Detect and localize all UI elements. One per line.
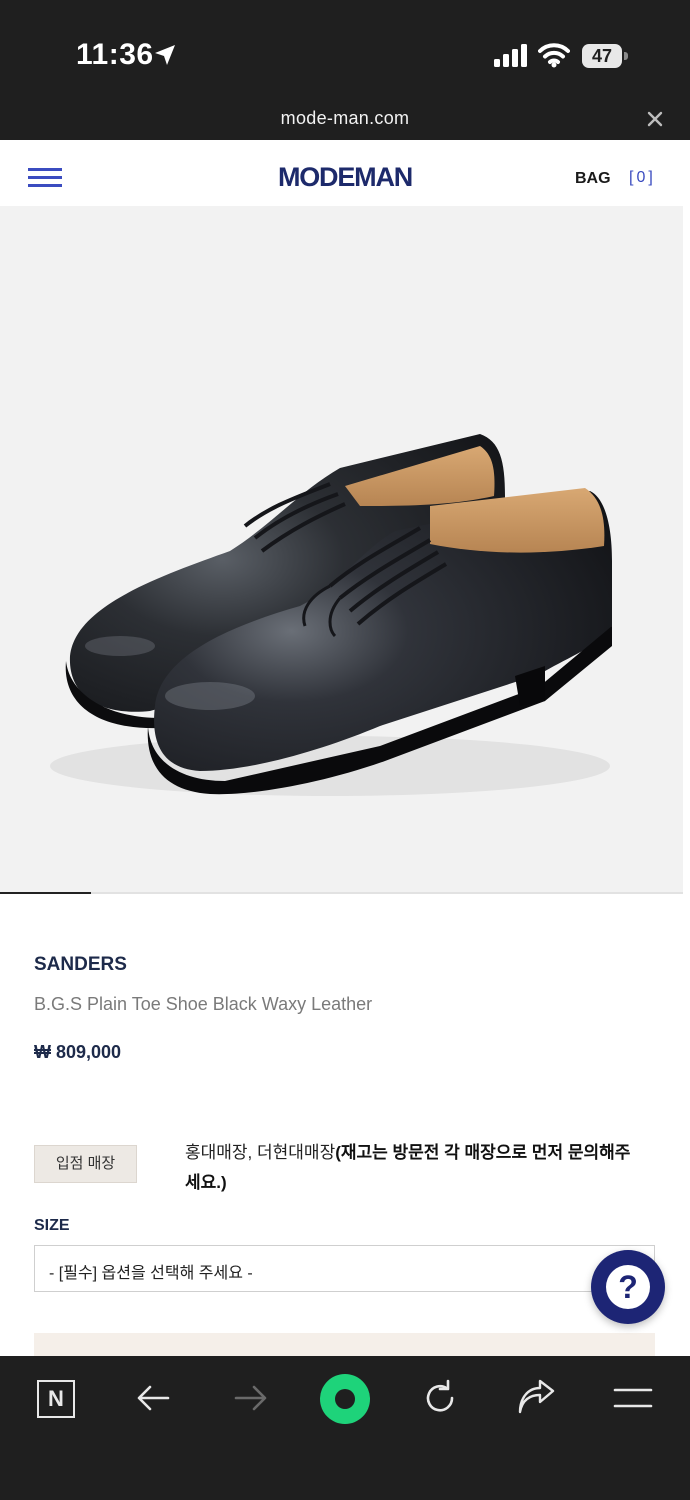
question-mark-icon[interactable]: ?: [606, 1265, 650, 1309]
gallery-progress-fill: [0, 892, 91, 894]
reload-icon[interactable]: [420, 1378, 460, 1418]
browser-url-bar[interactable]: mode-man.com: [0, 100, 690, 140]
store-badge: 입점 매장: [34, 1145, 137, 1183]
battery-level: 47: [591, 46, 613, 66]
bag-count[interactable]: [0]: [629, 169, 656, 187]
product-name: B.G.S Plain Toe Shoe Black Waxy Leather: [34, 994, 373, 1014]
help-button[interactable]: ?: [591, 1250, 665, 1324]
close-icon[interactable]: [644, 108, 666, 130]
cellular-signal-icon: [494, 44, 527, 67]
size-label: SIZE: [34, 1217, 70, 1234]
browser-toolbar: N: [0, 1356, 690, 1500]
store-info: 홍대매장, 더현대매장(재고는 방문전 각 매장으로 먼저 문의해주세요.): [185, 1138, 645, 1198]
location-arrow-icon: [155, 45, 175, 65]
gallery-progress-bar: [0, 892, 683, 894]
product-image[interactable]: [0, 206, 683, 892]
more-menu-icon[interactable]: [613, 1378, 653, 1418]
wifi-icon: [538, 43, 570, 68]
status-time: 11:36: [76, 38, 154, 71]
next-section-peek: [34, 1333, 655, 1357]
tabs-icon[interactable]: N: [37, 1380, 75, 1418]
size-select-value[interactable]: - [필수] 옵션을 선택해 주세요 -: [49, 1259, 253, 1283]
bag-link[interactable]: BAG: [575, 170, 611, 188]
site-header: MODEMAN BAG [0]: [0, 140, 690, 206]
share-icon[interactable]: [516, 1378, 556, 1418]
product-brand[interactable]: SANDERS: [34, 954, 127, 976]
battery-icon: 47: [582, 44, 628, 68]
status-bar: 11:36 47: [0, 0, 690, 100]
back-arrow-icon[interactable]: [134, 1378, 174, 1418]
store-list: 홍대매장, 더현대매장: [185, 1143, 336, 1162]
product-price: ₩ 809,000: [34, 1042, 122, 1062]
forward-arrow-icon[interactable]: [230, 1378, 270, 1418]
url-text[interactable]: mode-man.com: [0, 108, 690, 129]
shoe-illustration: [50, 434, 612, 796]
home-icon[interactable]: [320, 1374, 370, 1424]
size-select[interactable]: - [필수] 옵션을 선택해 주세요 -: [34, 1245, 655, 1292]
